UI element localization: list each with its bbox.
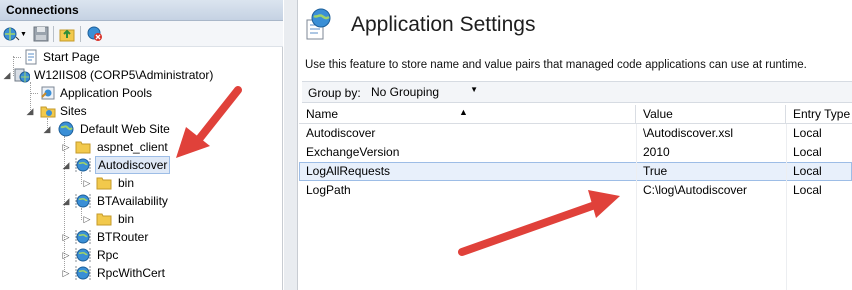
sort-ascending-icon: ▲ <box>459 107 468 117</box>
tree-item-btavailability[interactable]: ◢ BTAvailability <box>0 192 283 210</box>
collapse-icon[interactable]: ◢ <box>42 120 52 138</box>
cell-value: 2010 <box>643 145 670 159</box>
cell-name: ExchangeVersion <box>306 145 400 159</box>
web-app-icon <box>75 265 91 281</box>
tree-item-label: aspnet_client <box>97 140 168 154</box>
tree-item-aspnet-client[interactable]: ▷ aspnet_client <box>0 138 283 156</box>
feature-pane: Application Settings Use this feature to… <box>299 0 852 290</box>
tree-item-label: RpcWithCert <box>97 266 166 280</box>
group-by-bar: Group by: No Grouping ▼ <box>302 81 852 103</box>
application-settings-icon <box>304 8 332 40</box>
group-by-value: No Grouping <box>371 85 440 99</box>
table-row[interactable]: LogPath C:\log\Autodiscover Local <box>299 181 852 200</box>
chevron-down-icon: ▼ <box>470 85 478 94</box>
tree-item-label: Autodiscover <box>95 156 171 174</box>
pane-splitter[interactable] <box>284 0 298 290</box>
tree-item-btrouter[interactable]: ▷ BTRouter <box>0 228 283 246</box>
expand-icon[interactable]: ▷ <box>61 246 71 264</box>
column-divider <box>636 124 637 290</box>
tree-item-label: Rpc <box>97 248 119 262</box>
cell-entry-type: Local <box>793 126 822 140</box>
connections-header: Connections <box>0 0 283 21</box>
column-header-name[interactable]: Name ▲ <box>299 105 636 124</box>
tree-item-application-pools[interactable]: Application Pools <box>0 84 283 102</box>
table-row[interactable]: ExchangeVersion 2010 Local <box>299 143 852 162</box>
tree-item-label: Start Page <box>43 50 100 64</box>
expand-icon[interactable]: ▷ <box>61 138 71 156</box>
web-app-icon <box>75 157 91 173</box>
tree-item-label: W12IIS08 (CORP5\Administrator) <box>34 68 214 82</box>
tree-item-label: bin <box>118 212 135 226</box>
cell-name: LogAllRequests <box>306 164 391 178</box>
column-header-label: Value <box>643 107 673 121</box>
up-icon[interactable] <box>58 25 76 43</box>
cell-value: C:\log\Autodiscover <box>643 183 748 197</box>
connections-pane: Connections ▼ Start Page ◢ W12IIS08 (COR… <box>0 0 283 290</box>
server-icon <box>14 67 31 83</box>
cell-entry-type: Local <box>793 164 822 178</box>
cell-value: True <box>643 164 668 178</box>
tree-item-start-page[interactable]: Start Page <box>0 48 283 66</box>
cell-name: LogPath <box>306 183 351 197</box>
tree-item-rpc[interactable]: ▷ Rpc <box>0 246 283 264</box>
table-row-selected[interactable]: LogAllRequests True Local <box>299 162 852 181</box>
save-icon[interactable] <box>32 25 50 43</box>
folder-icon <box>96 175 112 191</box>
cell-entry-type: Local <box>793 145 822 159</box>
web-app-icon <box>75 193 91 209</box>
tree-item-bin[interactable]: ▷ bin <box>0 210 283 228</box>
connections-toolbar: ▼ <box>0 21 283 47</box>
collapse-icon[interactable]: ◢ <box>61 192 71 210</box>
tree-item-server[interactable]: ◢ W12IIS08 (CORP5\Administrator) <box>0 66 283 84</box>
folder-icon <box>96 211 112 227</box>
tree-item-sites[interactable]: ◢ Sites <box>0 102 283 120</box>
expand-icon[interactable]: ▷ <box>61 228 71 246</box>
column-header-label: Entry Type <box>793 107 851 121</box>
cell-entry-type: Local <box>793 183 822 197</box>
table-row[interactable]: Autodiscover \Autodiscover.xsl Local <box>299 124 852 143</box>
folder-icon <box>75 139 91 155</box>
group-by-dropdown[interactable]: No Grouping ▼ <box>364 83 482 102</box>
cell-name: Autodiscover <box>306 126 376 140</box>
column-header-entry-type[interactable]: Entry Type <box>786 105 852 124</box>
web-app-icon <box>75 247 91 263</box>
collapse-icon[interactable]: ◢ <box>61 156 71 174</box>
tree-item-bin[interactable]: ▷ bin <box>0 174 283 192</box>
expand-icon[interactable]: ▷ <box>61 264 71 282</box>
tree-item-rpcwithcert[interactable]: ▷ RpcWithCert <box>0 264 283 282</box>
toolbar-separator <box>80 26 81 42</box>
tree-item-default-web-site[interactable]: ◢ Default Web Site <box>0 120 283 138</box>
start-page-icon <box>23 49 39 65</box>
expand-icon[interactable]: ▷ <box>82 174 92 192</box>
collapse-icon[interactable]: ◢ <box>25 102 35 120</box>
tree-item-label: BTAvailability <box>97 194 168 208</box>
page-title: Application Settings <box>351 13 536 36</box>
column-header-label: Name <box>306 107 339 121</box>
connect-dropdown-icon[interactable]: ▼ <box>20 31 27 38</box>
collapse-icon[interactable]: ◢ <box>2 66 12 84</box>
tree-item-label: BTRouter <box>97 230 149 244</box>
tree-item-label: Application Pools <box>60 86 153 100</box>
tree-item-label: Default Web Site <box>80 122 170 136</box>
connect-icon[interactable] <box>2 25 20 43</box>
web-app-icon <box>75 229 91 245</box>
tree-item-label: bin <box>118 176 135 190</box>
cell-value: \Autodiscover.xsl <box>643 126 734 140</box>
column-divider <box>786 124 787 290</box>
column-header-value[interactable]: Value <box>636 105 786 124</box>
grid-header: Name ▲ Value Entry Type <box>299 105 852 124</box>
group-by-label: Group by: <box>308 86 361 100</box>
tree-item-autodiscover[interactable]: ◢ Autodiscover <box>0 156 283 174</box>
expand-icon[interactable]: ▷ <box>82 210 92 228</box>
page-description: Use this feature to store name and value… <box>305 59 807 71</box>
disconnect-icon[interactable] <box>86 25 104 43</box>
sites-folder-icon <box>40 103 56 119</box>
tree-item-label: Sites <box>60 104 87 118</box>
globe-icon <box>58 121 74 137</box>
toolbar-separator <box>53 26 54 42</box>
app-pool-icon <box>40 85 56 101</box>
